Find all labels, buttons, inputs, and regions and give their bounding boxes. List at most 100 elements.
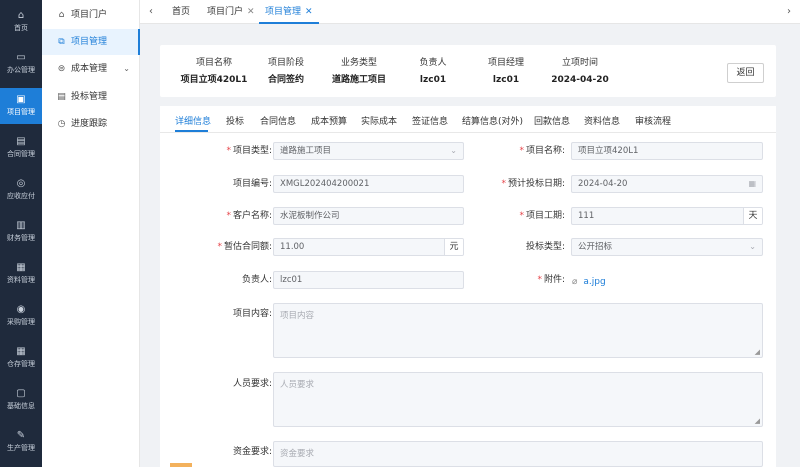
funds-textarea[interactable]: 资金要求 [273, 441, 763, 467]
rail-item-project[interactable]: ▣ 项目管理 [0, 88, 42, 124]
rail-item-home[interactable]: ⌂ 首页 [0, 4, 42, 40]
tab-label: 项目管理 [265, 7, 302, 17]
back-button[interactable]: 返回 [727, 63, 764, 83]
project-name-field[interactable]: 项目立项420L1 [571, 142, 763, 160]
purchase-icon: ◉ [16, 304, 26, 315]
summary-value: 项目立项420L1 [180, 75, 248, 85]
info-icon: ▢ [16, 388, 26, 399]
coin-icon: ◎ [16, 178, 26, 189]
project-type-label: * 项目类型: [226, 146, 272, 156]
summary-label: 项目名称 [195, 58, 232, 68]
home-icon: ⌂ [58, 10, 65, 20]
submenu-item-label: 项目管理 [71, 37, 108, 47]
tab-bar: ‹ 首页 项目门户 ✕ 项目管理 ✕ › [140, 0, 800, 24]
funds-label: 资金要求: [232, 447, 272, 457]
summary-project-name: 项目名称 项目立项420L1 [174, 57, 254, 86]
tab-label: 项目门户 [207, 7, 244, 17]
rail-item-label: 财务管理 [7, 234, 35, 242]
tab-project-management[interactable]: 项目管理 ✕ [259, 0, 319, 24]
chevron-right-icon[interactable]: › [780, 0, 798, 24]
rail-item-receivable[interactable]: ◎ 应收应付 [0, 172, 42, 208]
rail-item-warehouse[interactable]: ▦ 仓存管理 [0, 340, 42, 376]
rail-item-office[interactable]: ▭ 办公管理 [0, 46, 42, 82]
staff-textarea[interactable]: 人员要求 ◢ [273, 372, 763, 427]
rail-item-label: 合同管理 [7, 150, 35, 158]
owner-field[interactable]: lzc01 [273, 271, 464, 289]
client-name-field[interactable]: 水泥板制作公司 [273, 207, 464, 225]
tab-settlement-info[interactable]: 结算信息(对外) [462, 114, 523, 127]
submenu-item-progress[interactable]: ◷ 进度跟踪 [42, 111, 140, 137]
rail-item-label: 首页 [14, 24, 28, 32]
project-name-label: * 项目名称: [519, 146, 565, 156]
summary-value: 道路施工项目 [331, 75, 386, 85]
submenu-item-bid[interactable]: ▤ 投标管理 [42, 84, 140, 110]
tab-bid[interactable]: 投标 [226, 114, 244, 127]
file-icon: ▦ [16, 262, 26, 273]
close-icon[interactable]: ✕ [247, 7, 255, 17]
project-summary: 项目名称 项目立项420L1 项目阶段 合同签约 业务类型 道路施工项目 负责人… [160, 45, 776, 97]
bid-type-select[interactable]: 公开招标 ⌄ [571, 238, 763, 256]
rail-item-files[interactable]: ▦ 资料管理 [0, 256, 42, 292]
secondary-menu: ⌂ 项目门户 ⧉ 项目管理 ⊜ 成本管理 ⌄ ▤ 投标管理 ◷ 进度跟踪 [42, 0, 140, 467]
attachment-link[interactable]: ⌀ a.jpg [572, 273, 606, 291]
tab-payment-info[interactable]: 回款信息 [534, 114, 570, 127]
tab-cost-budget[interactable]: 成本预算 [311, 114, 347, 127]
project-type-select[interactable]: 道路施工项目 ⌄ [273, 142, 464, 160]
rail-item-finance[interactable]: ▥ 财务管理 [0, 214, 42, 250]
content-textarea[interactable]: 项目内容 ◢ [273, 303, 763, 358]
tab-visa-info[interactable]: 签证信息 [412, 114, 448, 127]
rail-item-basic-info[interactable]: ▢ 基础信息 [0, 382, 42, 418]
duration-label: * 项目工期: [519, 211, 565, 221]
rail-item-contract[interactable]: ▤ 合同管理 [0, 130, 42, 166]
submenu-item-portal[interactable]: ⌂ 项目门户 [42, 2, 140, 28]
briefcase-icon: ▣ [16, 94, 26, 105]
tab-divider [160, 132, 776, 133]
summary-value: lzc01 [492, 75, 520, 85]
resize-handle-icon[interactable]: ◢ [755, 417, 760, 425]
chevron-left-icon[interactable]: ‹ [142, 0, 160, 24]
tab-home[interactable]: 首页 [166, 0, 196, 24]
tab-document-info[interactable]: 资料信息 [584, 114, 620, 127]
submenu-item-project-management[interactable]: ⧉ 项目管理 [42, 29, 140, 55]
grid-icon: ▦ [16, 346, 26, 357]
summary-value: lzc01 [419, 75, 447, 85]
submenu-item-label: 进度跟踪 [71, 119, 108, 129]
tab-project-portal[interactable]: 项目门户 ✕ [201, 0, 261, 24]
summary-manager: 项目经理 lzc01 [466, 57, 546, 86]
project-no-field[interactable]: XMGL202404200021 [273, 175, 464, 193]
close-icon[interactable]: ✕ [305, 7, 313, 17]
rail-item-label: 采购管理 [7, 318, 35, 326]
summary-created-date: 立项时间 2024-04-20 [540, 57, 620, 86]
summary-label: 项目经理 [487, 58, 524, 68]
summary-stage: 项目阶段 合同签约 [246, 57, 326, 86]
tab-detail-info[interactable]: 详细信息 [175, 114, 211, 127]
rail-item-production[interactable]: ✎ 生产管理 [0, 424, 42, 460]
calendar-icon: ▦ [748, 179, 756, 188]
cost-icon: ⊜ [57, 64, 66, 74]
tab-actual-cost[interactable]: 实际成本 [361, 114, 397, 127]
bid-date-picker[interactable]: 2024-04-20 ▦ [571, 175, 763, 193]
submenu-item-cost[interactable]: ⊜ 成本管理 ⌄ [42, 56, 140, 82]
bid-type-label: 投标类型: [525, 242, 565, 252]
chevron-down-icon: ⌄ [123, 64, 130, 73]
rail-item-label: 仓存管理 [7, 360, 35, 368]
submenu-item-label: 成本管理 [71, 64, 108, 74]
tab-contract-info[interactable]: 合同信息 [260, 114, 296, 127]
horizontal-scrollbar[interactable] [170, 463, 192, 467]
submenu-item-label: 投标管理 [71, 92, 108, 102]
resize-handle-icon[interactable]: ◢ [755, 348, 760, 356]
summary-value: 合同签约 [267, 75, 304, 85]
rail-item-purchase[interactable]: ◉ 采购管理 [0, 298, 42, 334]
contract-amount-field[interactable]: 11.00 元 [273, 238, 464, 256]
duration-field[interactable]: 111 天 [571, 207, 763, 225]
wrench-icon: ✎ [16, 430, 26, 441]
detail-panel: 详细信息 投标 合同信息 成本预算 实际成本 签证信息 结算信息(对外) 回款信… [160, 106, 776, 467]
summary-business-type: 业务类型 道路施工项目 [319, 57, 399, 86]
bid-date-label: * 预计投标日期: [501, 179, 565, 189]
duration-unit: 天 [743, 208, 762, 224]
tab-approval-flow[interactable]: 审核流程 [635, 114, 671, 127]
summary-label: 负责人 [419, 58, 447, 68]
summary-label: 立项时间 [561, 58, 598, 68]
home-icon: ⌂ [17, 10, 25, 21]
project-icon: ⧉ [58, 37, 65, 47]
